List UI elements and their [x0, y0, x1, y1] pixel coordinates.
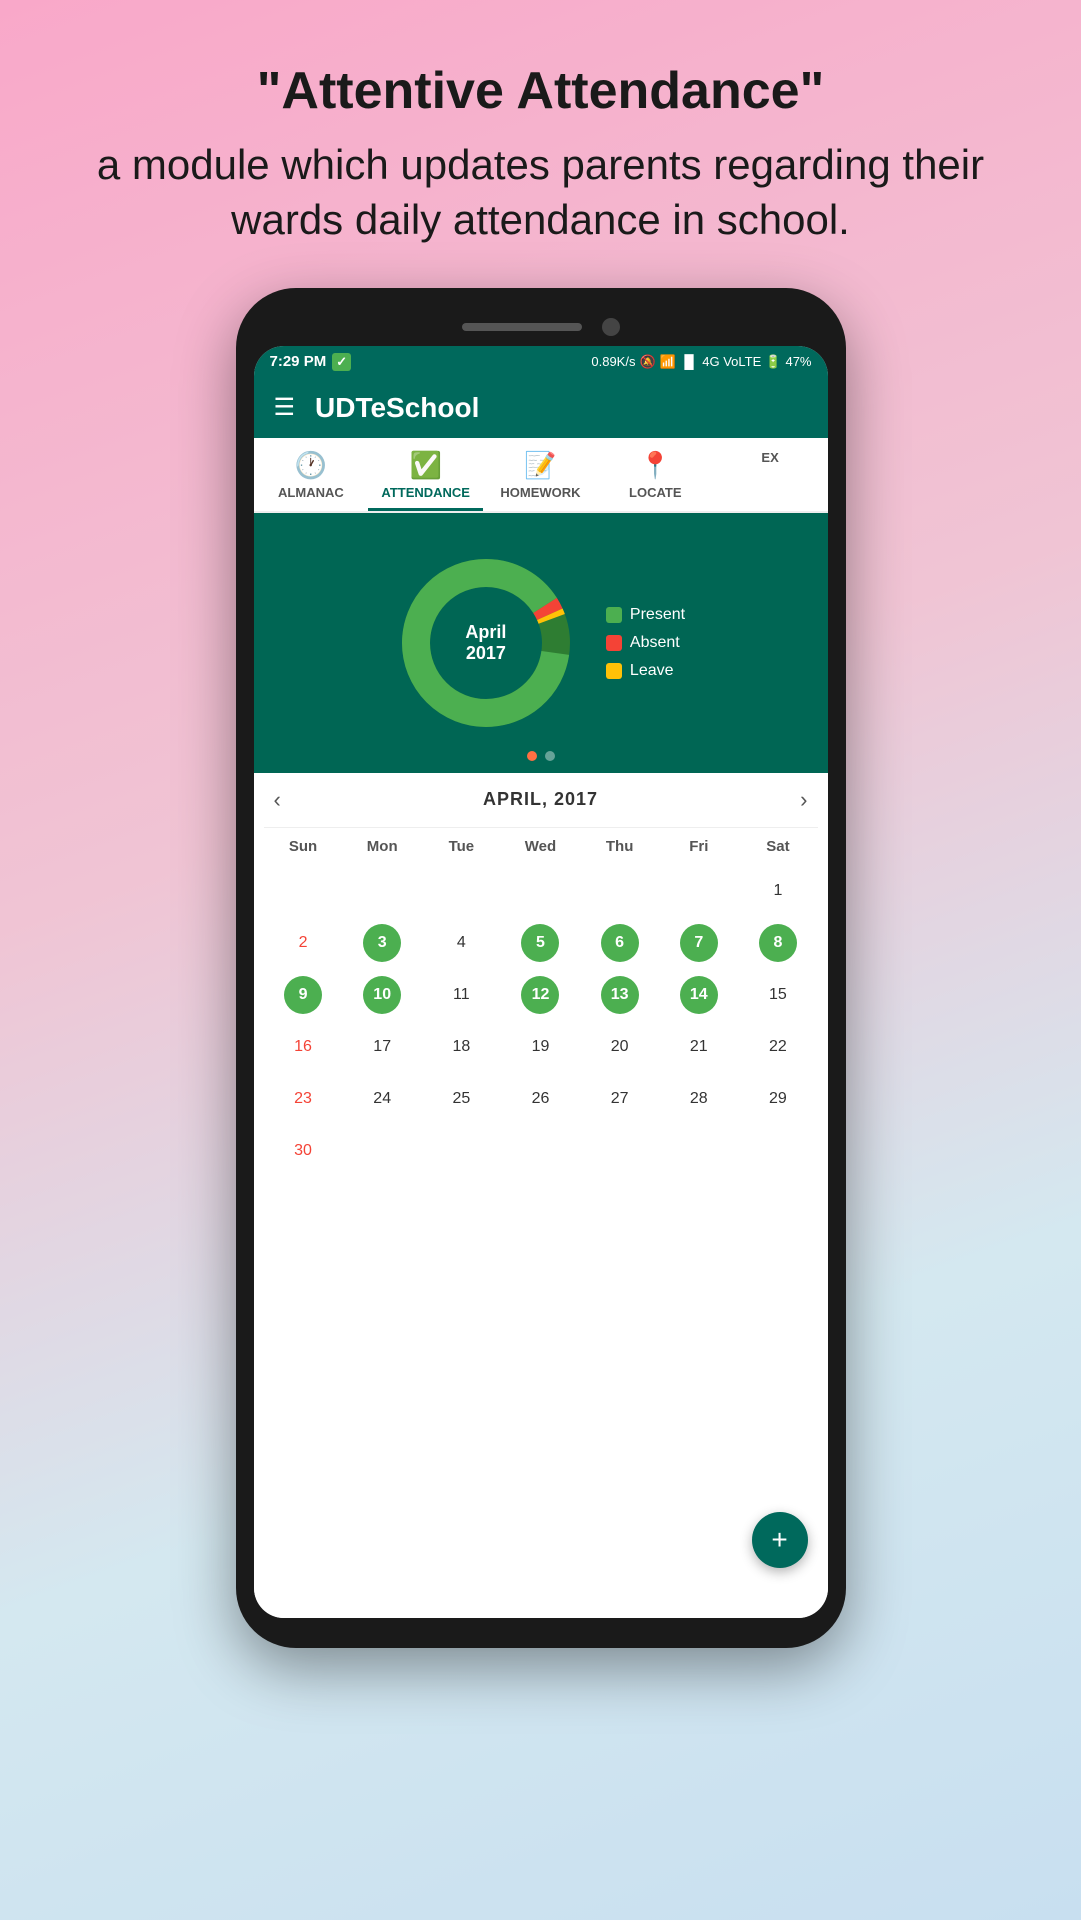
attendance-icon: ✅ — [410, 450, 442, 481]
calendar-title: APRIL, 2017 — [483, 789, 598, 810]
fab-add-button[interactable]: + — [752, 1512, 808, 1568]
signal-icon: ▐▌ — [680, 354, 698, 369]
day-empty-33 — [501, 1125, 580, 1177]
donut-chart: April 2017 — [396, 553, 576, 733]
day-28[interactable]: 28 — [659, 1073, 738, 1125]
day-6[interactable]: 6 — [580, 917, 659, 969]
day-empty-35 — [659, 1125, 738, 1177]
prev-month-button[interactable]: ‹ — [274, 787, 281, 813]
day-4[interactable]: 4 — [422, 917, 501, 969]
header-sat: Sat — [738, 828, 817, 865]
day-21[interactable]: 21 — [659, 1021, 738, 1073]
status-bar: 7:29 PM ✓ 0.89K/s 🔕 📶 ▐▌ 4G VoLTE 🔋 47% — [254, 346, 828, 378]
status-time: 7:29 PM ✓ — [270, 353, 352, 371]
tab-homework[interactable]: 📝 HOMEWORK — [483, 438, 598, 511]
day-3[interactable]: 3 — [343, 917, 422, 969]
day-empty-31 — [343, 1125, 422, 1177]
day-30[interactable]: 30 — [264, 1125, 343, 1177]
day-15[interactable]: 15 — [738, 969, 817, 1021]
tab-locate[interactable]: 📍 LOCATE — [598, 438, 713, 511]
day-23[interactable]: 23 — [264, 1073, 343, 1125]
day-9[interactable]: 9 — [264, 969, 343, 1021]
header-thu: Thu — [580, 828, 659, 865]
status-right: 0.89K/s 🔕 📶 ▐▌ 4G VoLTE 🔋 47% — [591, 354, 811, 370]
leave-dot — [606, 663, 622, 679]
day-19[interactable]: 19 — [501, 1021, 580, 1073]
day-22[interactable]: 22 — [738, 1021, 817, 1073]
legend-present: Present — [606, 606, 685, 624]
tagline-section: "Attentive Attendance" a module which up… — [0, 0, 1081, 288]
battery-icon: 🔋 — [765, 354, 781, 370]
phone-camera — [602, 318, 620, 336]
day-empty — [501, 865, 580, 917]
present-dot — [606, 607, 622, 623]
hamburger-menu[interactable]: ☰ — [274, 393, 296, 422]
header-wed: Wed — [501, 828, 580, 865]
day-1[interactable]: 1 — [738, 865, 817, 917]
day-8[interactable]: 8 — [738, 917, 817, 969]
tagline-body: a module which updates parents regarding… — [80, 138, 1001, 247]
day-13[interactable]: 13 — [580, 969, 659, 1021]
tab-ex[interactable]: EX — [713, 438, 828, 511]
day-24[interactable]: 24 — [343, 1073, 422, 1125]
day-empty-36 — [738, 1125, 817, 1177]
status-icon: ✓ — [332, 353, 351, 371]
day-empty — [422, 865, 501, 917]
day-2[interactable]: 2 — [264, 917, 343, 969]
homework-icon: 📝 — [524, 450, 556, 481]
chart-section: April 2017 Present Absent Leave — [254, 513, 828, 773]
app-header: ☰ UDTeSchool — [254, 378, 828, 438]
day-11[interactable]: 11 — [422, 969, 501, 1021]
calendar-nav: ‹ APRIL, 2017 › — [264, 773, 818, 828]
day-17[interactable]: 17 — [343, 1021, 422, 1073]
day-20[interactable]: 20 — [580, 1021, 659, 1073]
legend-leave: Leave — [606, 662, 685, 680]
day-empty — [264, 865, 343, 917]
carousel-dots — [527, 751, 555, 761]
day-12[interactable]: 12 — [501, 969, 580, 1021]
header-fri: Fri — [659, 828, 738, 865]
locate-icon: 📍 — [639, 450, 671, 481]
day-empty-32 — [422, 1125, 501, 1177]
day-18[interactable]: 18 — [422, 1021, 501, 1073]
donut-center-label: April 2017 — [465, 622, 506, 664]
app-title: UDTeSchool — [315, 392, 479, 424]
phone-frame: 7:29 PM ✓ 0.89K/s 🔕 📶 ▐▌ 4G VoLTE 🔋 47% … — [236, 288, 846, 1648]
absent-dot — [606, 635, 622, 651]
almanac-icon: 🕐 — [295, 450, 327, 481]
header-tue: Tue — [422, 828, 501, 865]
tab-almanac[interactable]: 🕐 ALMANAC — [254, 438, 369, 511]
day-empty — [580, 865, 659, 917]
phone-notch — [254, 318, 828, 336]
legend-absent: Absent — [606, 634, 685, 652]
tab-attendance[interactable]: ✅ ATTENDANCE — [368, 438, 483, 511]
header-sun: Sun — [264, 828, 343, 865]
day-16[interactable]: 16 — [264, 1021, 343, 1073]
next-month-button[interactable]: › — [800, 787, 807, 813]
chart-legend: Present Absent Leave — [606, 606, 685, 680]
phone-speaker — [462, 323, 582, 331]
tabs-bar: 🕐 ALMANAC ✅ ATTENDANCE 📝 HOMEWORK 📍 LOCA… — [254, 438, 828, 513]
calendar-grid: Sun Mon Tue Wed Thu Fri Sat 1 2 3 4 5 — [264, 828, 818, 1177]
day-27[interactable]: 27 — [580, 1073, 659, 1125]
header-mon: Mon — [343, 828, 422, 865]
carousel-dot-1[interactable] — [527, 751, 537, 761]
day-14[interactable]: 14 — [659, 969, 738, 1021]
calendar-section: ‹ APRIL, 2017 › Sun Mon Tue Wed Thu Fri … — [254, 773, 828, 1618]
mute-icon: 🔕 — [639, 354, 655, 370]
day-empty — [659, 865, 738, 917]
tagline-title: "Attentive Attendance" — [80, 60, 1001, 122]
day-29[interactable]: 29 — [738, 1073, 817, 1125]
carousel-dot-2[interactable] — [545, 751, 555, 761]
day-empty — [343, 865, 422, 917]
day-26[interactable]: 26 — [501, 1073, 580, 1125]
day-empty-34 — [580, 1125, 659, 1177]
wifi-icon: 📶 — [660, 354, 676, 370]
phone-screen: 7:29 PM ✓ 0.89K/s 🔕 📶 ▐▌ 4G VoLTE 🔋 47% … — [254, 346, 828, 1618]
day-5[interactable]: 5 — [501, 917, 580, 969]
day-25[interactable]: 25 — [422, 1073, 501, 1125]
day-10[interactable]: 10 — [343, 969, 422, 1021]
day-7[interactable]: 7 — [659, 917, 738, 969]
